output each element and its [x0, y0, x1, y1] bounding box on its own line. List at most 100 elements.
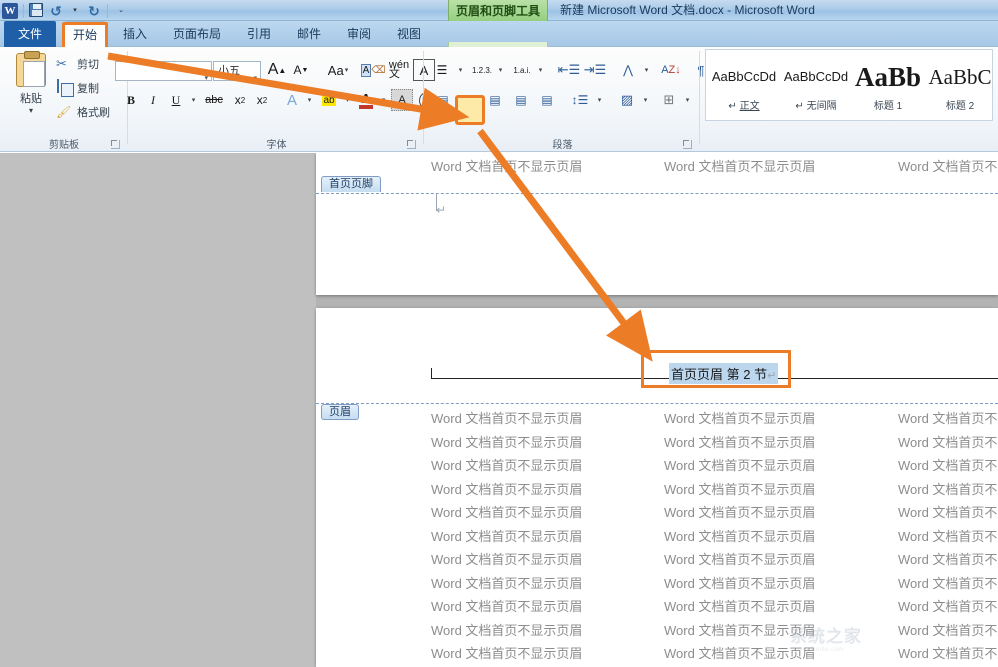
underline-dropdown-icon[interactable]: ▾ [187, 89, 199, 111]
title-bar: W ↺ ▾ ↻ ⌄ 页眉和页脚工具 新建 Microsoft Word 文档.d… [0, 0, 998, 21]
page2-body-line: Word 文档首页不显示页眉↵ [898, 643, 998, 662]
quick-access-toolbar[interactable]: W ↺ ▾ ↻ ⌄ [0, 0, 129, 21]
shading-icon[interactable]: ▨ [615, 89, 639, 111]
justify-button[interactable]: ▤ [509, 89, 533, 111]
qat-divider [23, 4, 24, 18]
shrink-font-button[interactable]: A▼ [290, 59, 312, 81]
ribbon-group-font: ▾ 小五 ▾ A▲ A▼ Aa▾ A⌫ wén文 A B I U ▾ abc x… [129, 47, 424, 152]
text-effects-dropdown-icon[interactable]: ▾ [303, 89, 315, 111]
increase-indent-icon[interactable]: ⇥☰ [582, 59, 608, 81]
page-1[interactable]: Word 文档首页不显示页眉 Word 文档首页不显示页眉 Word 文档首页不… [316, 153, 998, 295]
line-spacing-icon[interactable]: ↕☰ [567, 89, 593, 111]
font-color-dropdown-icon[interactable]: ▾ [377, 89, 389, 111]
paragraph-dialog-launcher[interactable] [683, 140, 692, 149]
align-right-button[interactable]: ▤ [483, 89, 507, 111]
customize-qat-icon[interactable]: ⌄ [113, 3, 129, 19]
multilevel-list-icon[interactable]: 1.a.i. [510, 59, 534, 81]
page2-body-line: Word 文档首页不显示页眉↵ [898, 408, 998, 427]
paste-button[interactable]: 粘贴 ▾ [8, 51, 54, 125]
contextual-tab-group-text: 页眉和页脚工具 [456, 2, 540, 19]
font-color-icon[interactable]: A [355, 89, 377, 113]
borders-dropdown-icon[interactable]: ▾ [681, 89, 693, 111]
font-name-input[interactable]: ▾ [115, 61, 212, 81]
redo-icon[interactable]: ↻ [86, 3, 102, 19]
undo-icon[interactable]: ↺ [48, 3, 64, 19]
font-size-dropdown-icon[interactable]: ▾ [253, 69, 257, 88]
tab-references[interactable]: 引用 [238, 21, 280, 47]
tab-view[interactable]: 视图 [388, 21, 430, 47]
underline-button[interactable]: U [165, 89, 187, 111]
asian-layout-dropdown-icon[interactable]: ▾ [640, 59, 652, 81]
tab-review[interactable]: 审阅 [338, 21, 380, 47]
page2-body-line: Word 文档首页不显示页眉 [431, 643, 582, 662]
page2-body-line: Word 文档首页不显示页眉 [664, 573, 815, 592]
page-2[interactable]: 页眉 Word 文档首页不显示页眉Word 文档首页不显示页眉Word 文档首页… [316, 308, 998, 667]
asian-layout-icon[interactable]: ⋀ [616, 59, 640, 81]
page2-body-line: Word 文档首页不显示页眉 [664, 408, 815, 427]
document-left-gutter [0, 153, 316, 667]
multilevel-list-dropdown-icon[interactable]: ▾ [534, 59, 546, 81]
sort-icon[interactable]: AZ↓ [658, 59, 684, 81]
page2-body-line: Word 文档首页不显示页眉 [664, 479, 815, 498]
ribbon: 粘贴 ▾ ✂ 剪切 复制 🖌 格式刷 剪贴板 ▾ 小五 ▾ A▲ A▼ Aa▾ [0, 47, 998, 152]
paste-dropdown-icon[interactable]: ▾ [8, 106, 54, 115]
cut-button[interactable]: ✂ 剪切 [56, 53, 99, 74]
font-name-dropdown-icon[interactable]: ▾ [204, 69, 208, 88]
grow-font-button[interactable]: A▲ [266, 59, 288, 81]
page2-body-line: Word 文档首页不显示页眉 [431, 408, 582, 427]
subscript-button[interactable]: x2 [229, 89, 251, 111]
text-effects-icon[interactable]: A [281, 89, 303, 111]
numbering-dropdown-icon[interactable]: ▾ [494, 59, 506, 81]
style-sample-normal: AaBbCcDd [709, 57, 779, 97]
selected-header-text[interactable]: 首页页眉 第 2 节↵ [669, 363, 778, 384]
borders-icon[interactable]: ⊞ [657, 89, 681, 111]
save-icon[interactable] [29, 3, 45, 19]
page2-body-line: Word 文档首页不显示页眉 [431, 432, 582, 451]
page2-body-line: Word 文档首页不显示页眉 [431, 479, 582, 498]
line-spacing-dropdown-icon[interactable]: ▾ [593, 89, 605, 111]
ribbon-group-styles: AaBbCcDd ↵ 正文 AaBbCcDd ↵ 无间隔 AaBb 标题 1 A… [701, 47, 998, 152]
bullets-dropdown-icon[interactable]: ▾ [454, 59, 466, 81]
style-card-heading2[interactable]: AaBbC 标题 2 [924, 56, 996, 118]
tab-home[interactable]: 开始 [64, 21, 106, 47]
shading-dropdown-icon[interactable]: ▾ [639, 89, 651, 111]
group-divider-3 [699, 51, 700, 144]
superscript-button[interactable]: x2 [251, 89, 273, 111]
page2-body-line: Word 文档首页不显示页眉 [431, 549, 582, 568]
tab-mailings[interactable]: 邮件 [288, 21, 330, 47]
style-card-no-spacing[interactable]: AaBbCcDd ↵ 无间隔 [780, 56, 852, 118]
align-center-button[interactable]: ▤ [457, 89, 481, 111]
numbering-icon[interactable]: 1.2.3. [470, 59, 494, 81]
tab-insert[interactable]: 插入 [114, 21, 156, 47]
page2-body-line: Word 文档首页不显示页眉↵ [898, 526, 998, 545]
format-painter-button[interactable]: 🖌 格式刷 [56, 101, 110, 122]
footer-paragraph-mark: ↵ [436, 203, 446, 217]
phonetic-guide-icon[interactable]: wén文 [387, 59, 411, 81]
font-size-value: 小五 [218, 65, 240, 77]
bullets-icon[interactable]: ☰ [430, 59, 454, 81]
text-highlight-dropdown-icon[interactable]: ▾ [341, 89, 353, 111]
tab-file[interactable]: 文件 [4, 21, 56, 47]
undo-dropdown-icon[interactable]: ▾ [67, 3, 83, 19]
style-card-heading1[interactable]: AaBb 标题 1 [852, 56, 924, 118]
contextual-tab-group-label: 页眉和页脚工具 [448, 0, 548, 21]
change-case-button[interactable]: Aa▾ [321, 59, 355, 81]
page2-body-line: Word 文档首页不显示页眉 [664, 620, 815, 639]
font-size-input[interactable]: 小五 ▾ [213, 61, 261, 81]
text-highlight-icon[interactable]: ab [317, 89, 341, 111]
character-shading-icon[interactable]: A [391, 89, 413, 111]
style-card-normal[interactable]: AaBbCcDd ↵ 正文 [708, 56, 780, 118]
italic-button[interactable]: I [143, 89, 163, 111]
tab-page-layout[interactable]: 页面布局 [164, 21, 230, 47]
font-dialog-launcher[interactable] [407, 140, 416, 149]
clipboard-dialog-launcher[interactable] [111, 140, 120, 149]
strikethrough-button[interactable]: abc [201, 89, 227, 111]
format-painter-label: 格式刷 [77, 104, 110, 120]
bold-button[interactable]: B [121, 89, 141, 111]
align-left-button[interactable]: ▤ [431, 89, 455, 111]
styles-gallery[interactable]: AaBbCcDd ↵ 正文 AaBbCcDd ↵ 无间隔 AaBb 标题 1 A… [705, 49, 993, 121]
decrease-indent-icon[interactable]: ⇤☰ [556, 59, 582, 81]
clear-formatting-icon[interactable]: A⌫ [361, 59, 385, 81]
distributed-button[interactable]: ▤ [535, 89, 559, 111]
copy-button[interactable]: 复制 [56, 77, 99, 98]
